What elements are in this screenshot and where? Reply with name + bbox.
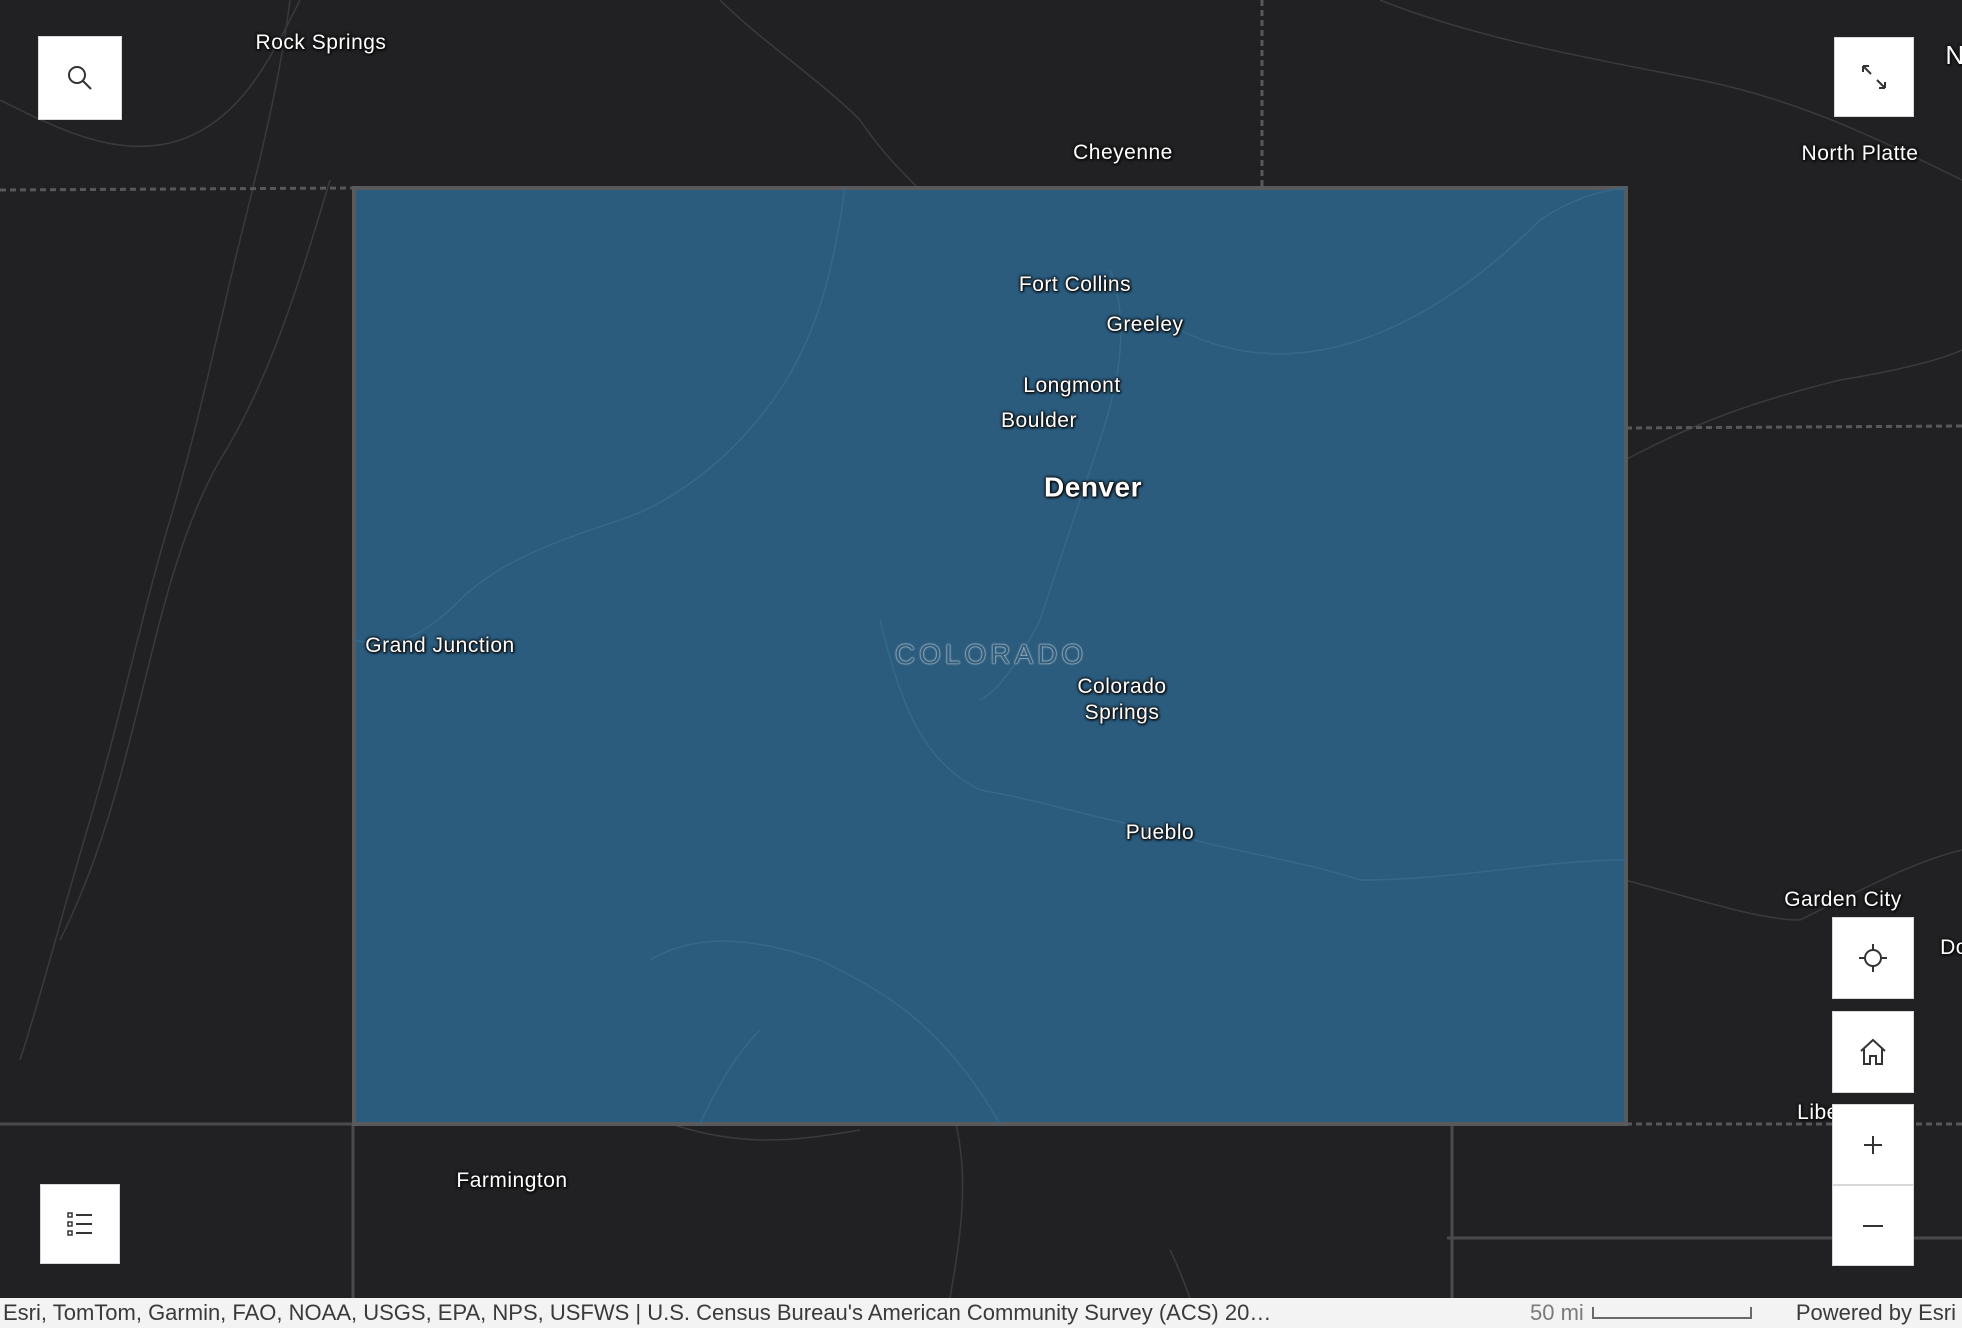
place-label: Pueblo — [1125, 820, 1195, 844]
zoom-out-button[interactable] — [1832, 1185, 1914, 1266]
place-label: N — [1945, 39, 1962, 70]
state-label: COLORADO — [894, 638, 1088, 670]
minus-icon — [1863, 1224, 1883, 1227]
place-label: Rock Springs — [255, 30, 387, 54]
zoom-in-button[interactable] — [1832, 1104, 1914, 1185]
expand-icon — [1862, 65, 1886, 89]
search-icon — [68, 66, 92, 90]
place-label: Grand Junction — [365, 633, 515, 657]
place-label: Farmington — [456, 1168, 568, 1192]
map-view[interactable]: Rock Springs Cheyenne North Platte Fort … — [0, 0, 1962, 1299]
scale-line — [1591, 1307, 1752, 1319]
attribution-bar: Esri, TomTom, Garmin, FAO, NOAA, USGS, E… — [0, 1298, 1962, 1328]
place-label: Longmont — [1023, 373, 1121, 397]
legend-list-icon — [67, 1212, 92, 1236]
place-label: Greeley — [1106, 312, 1184, 336]
plus-icon — [1864, 1135, 1882, 1154]
place-label: Fort Collins — [1018, 272, 1132, 296]
place-label: Colorado Springs — [1077, 674, 1167, 724]
place-label: North Platte — [1801, 141, 1919, 165]
place-label: Boulder — [1001, 408, 1077, 432]
locate-button[interactable] — [1832, 917, 1914, 999]
place-label: Do — [1940, 935, 1962, 959]
scale-bar: 50 mi — [1530, 1298, 1752, 1328]
powered-by-link[interactable]: Powered by Esri — [1796, 1298, 1956, 1328]
place-label: Cheyenne — [1073, 140, 1173, 164]
home-icon — [1860, 1038, 1886, 1065]
capital-label: Denver — [1044, 471, 1142, 503]
scale-label: 50 mi — [1530, 1300, 1584, 1325]
attribution-text[interactable]: Esri, TomTom, Garmin, FAO, NOAA, USGS, E… — [0, 1300, 1353, 1326]
search-button[interactable] — [38, 36, 122, 120]
crosshair-icon — [1859, 944, 1887, 972]
fullscreen-button[interactable] — [1834, 37, 1914, 117]
place-label: Garden City — [1784, 887, 1902, 911]
legend-button[interactable] — [40, 1184, 120, 1264]
home-button[interactable] — [1832, 1011, 1914, 1093]
